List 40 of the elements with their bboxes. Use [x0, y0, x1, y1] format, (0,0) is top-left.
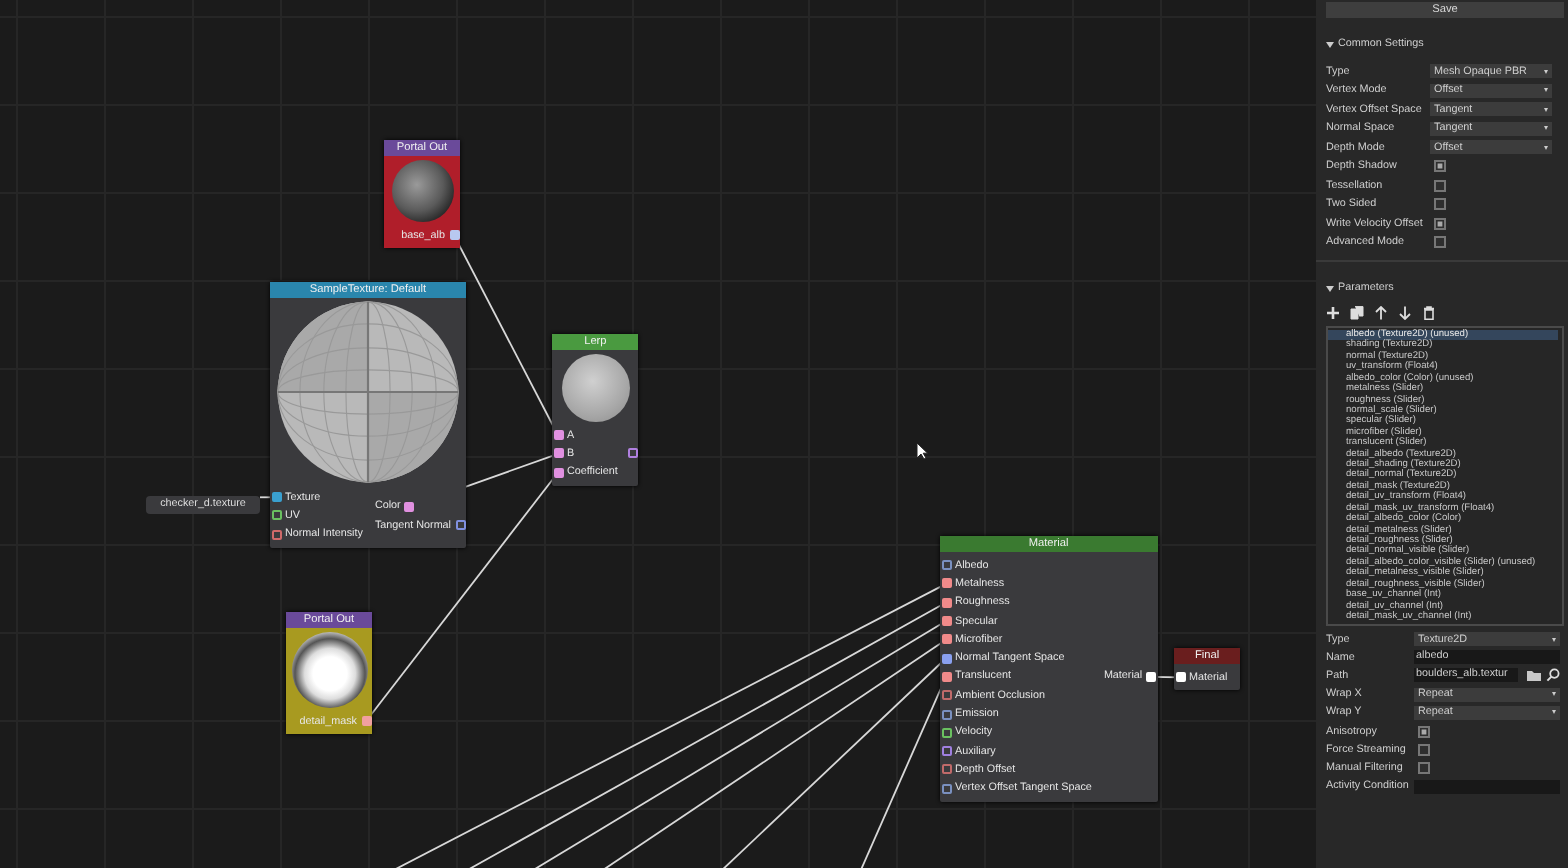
- input-pin[interactable]: [553, 467, 563, 478]
- checkbox[interactable]: [1434, 160, 1446, 173]
- input-pin[interactable]: [941, 709, 951, 720]
- cursor-icon: [916, 442, 928, 460]
- checkbox[interactable]: [1434, 198, 1446, 211]
- input-pin[interactable]: [271, 492, 281, 503]
- blended-sphere-drawing: [561, 354, 630, 422]
- input-pin[interactable]: [553, 430, 563, 441]
- input-pin[interactable]: [941, 653, 951, 664]
- copy-icon[interactable]: [1350, 305, 1364, 319]
- checkbox[interactable]: [1434, 217, 1446, 230]
- rock-sphere-drawing: [391, 160, 453, 222]
- input-pin[interactable]: [941, 597, 951, 608]
- checkbox[interactable]: [1434, 236, 1446, 249]
- input-pin[interactable]: [553, 448, 563, 459]
- plus-icon[interactable]: [1326, 305, 1340, 319]
- input-pin[interactable]: [271, 510, 281, 521]
- input-pin[interactable]: [941, 634, 951, 645]
- checkbox[interactable]: [1418, 725, 1430, 738]
- output-pin[interactable]: [404, 501, 415, 512]
- checkbox[interactable]: [1418, 761, 1430, 774]
- input-pin[interactable]: [941, 578, 951, 589]
- disclosure-triangle-icon[interactable]: [1326, 285, 1334, 291]
- input-pin[interactable]: [941, 746, 951, 757]
- up-arrow-icon[interactable]: [1374, 305, 1388, 319]
- input-pin[interactable]: [941, 616, 951, 627]
- input-pin[interactable]: [941, 560, 951, 571]
- input-pin[interactable]: [941, 764, 951, 775]
- input-pin[interactable]: [941, 783, 951, 794]
- search-icon[interactable]: [1546, 668, 1560, 683]
- input-pin[interactable]: [941, 727, 951, 738]
- input-pin[interactable]: [941, 671, 951, 682]
- cloud-sphere-drawing: [291, 632, 367, 708]
- checkbox[interactable]: [1434, 179, 1446, 192]
- input-pin[interactable]: [941, 690, 951, 701]
- down-arrow-icon[interactable]: [1398, 305, 1412, 319]
- disclosure-triangle-icon[interactable]: [1326, 41, 1334, 47]
- checkbox[interactable]: [1418, 743, 1430, 756]
- trash-icon[interactable]: [1422, 305, 1436, 319]
- input-pin[interactable]: [271, 529, 281, 540]
